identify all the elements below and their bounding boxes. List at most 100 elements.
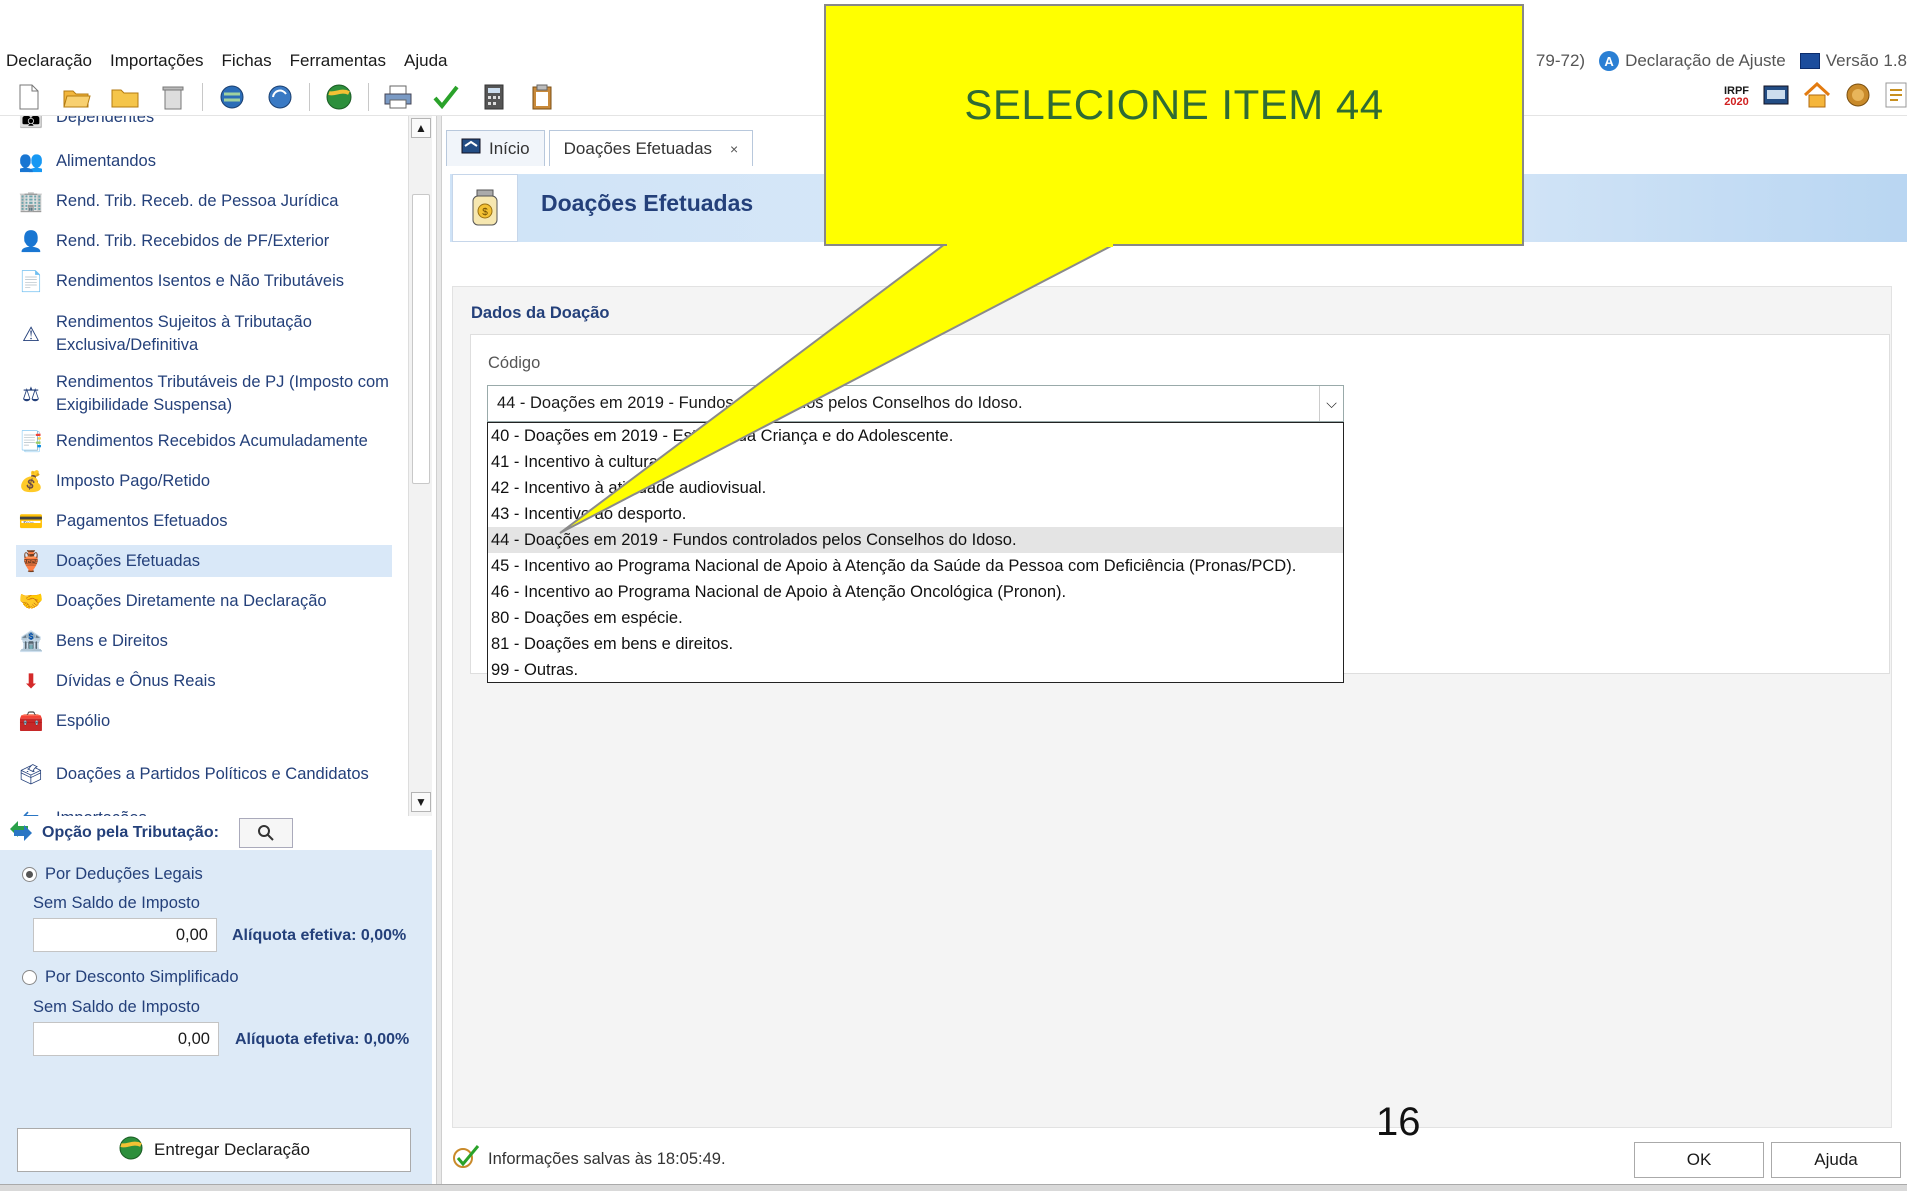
dropdown-option[interactable]: 81 - Doações em bens e direitos. bbox=[488, 631, 1343, 657]
sidebar-item[interactable]: 🏦 Bens e Direitos bbox=[16, 625, 392, 657]
chevron-down-icon[interactable]: ⌵ bbox=[1319, 386, 1343, 421]
sidebar-item[interactable]: 💳 Pagamentos Efetuados bbox=[16, 505, 392, 537]
sidebar-item[interactable]: 🧰 Espólio bbox=[16, 705, 392, 737]
tax-option-panel: Opção pela Tributação: Por Deduções Lega… bbox=[0, 816, 432, 1191]
dropdown-option[interactable]: 44 - Doações em 2019 - Fundos controlado… bbox=[488, 527, 1343, 553]
code-select-value: 44 - Doações em 2019 - Fundos controlado… bbox=[497, 394, 1023, 412]
sidebar-item-label: Alimentandos bbox=[56, 151, 156, 170]
saved-check-icon bbox=[452, 1144, 480, 1175]
toolbar-separator bbox=[368, 82, 369, 111]
simplified-label: Por Desconto Simplificado bbox=[45, 968, 239, 986]
earth-send-icon[interactable] bbox=[320, 81, 358, 113]
sidebar-item-label: Rendimentos Isentos e Não Tributáveis bbox=[56, 271, 344, 290]
tax-option-header: Opção pela Tributação: bbox=[0, 816, 432, 850]
dropdown-option[interactable]: 45 - Incentivo ao Programa Nacional de A… bbox=[488, 553, 1343, 579]
menu-declaracao[interactable]: Declaração bbox=[0, 51, 104, 71]
tab-inicio[interactable]: Início bbox=[446, 130, 545, 166]
folder-icon[interactable] bbox=[106, 81, 144, 113]
sidebar-item[interactable]: 🤝 Doações Diretamente na Declaração bbox=[16, 585, 392, 617]
sidebar-item[interactable]: 🏺 Doações Efetuadas bbox=[16, 545, 392, 577]
sidebar-item-label: Bens e Direitos bbox=[56, 631, 168, 650]
calculator-icon[interactable] bbox=[475, 81, 513, 113]
callout-text: SELECIONE ITEM 44 bbox=[964, 81, 1384, 128]
sidebar-item-label: Dependentes bbox=[56, 116, 155, 126]
open-folder-icon[interactable] bbox=[58, 81, 96, 113]
legal-deductions-radio[interactable] bbox=[22, 867, 37, 882]
sidebar-item[interactable]: 💰 Imposto Pago/Retido bbox=[16, 465, 392, 497]
sidebar-item[interactable]: 📄 Rendimentos Isentos e Não Tributáveis bbox=[16, 265, 392, 297]
sidebar-item[interactable]: 👪 Dependentes bbox=[16, 116, 392, 132]
print-icon[interactable] bbox=[379, 81, 417, 113]
sidebar-item[interactable]: ⬇ Dívidas e Ônus Reais bbox=[16, 665, 392, 697]
menu-importacoes[interactable]: Importações bbox=[104, 51, 216, 71]
sidebar-item[interactable]: ⚖ Rendimentos Tributáveis de PJ (Imposto … bbox=[16, 368, 392, 420]
tax-option-icon bbox=[8, 819, 34, 848]
sidebar-item-label: Rend. Trib. Recebidos de PF/Exterior bbox=[56, 231, 330, 250]
dropdown-option[interactable]: 80 - Doações em espécie. bbox=[488, 605, 1343, 631]
sidebar-item-label: Pagamentos Efetuados bbox=[56, 511, 228, 530]
trash-icon[interactable] bbox=[154, 81, 192, 113]
sidebar-item[interactable]: 🏢 Rend. Trib. Receb. de Pessoa Jurídica bbox=[16, 185, 392, 217]
accumulated-income-icon: 📑 bbox=[18, 430, 44, 453]
sidebar-item[interactable]: 👤 Rend. Trib. Recebidos de PF/Exterior bbox=[16, 225, 392, 257]
menu-ajuda[interactable]: Ajuda bbox=[398, 51, 459, 71]
search-icon[interactable] bbox=[238, 818, 293, 848]
sidebar-item-label: Espólio bbox=[56, 711, 111, 730]
clipboard-icon[interactable] bbox=[523, 81, 561, 113]
scroll-down-icon[interactable]: ▼ bbox=[411, 792, 431, 812]
close-icon[interactable]: × bbox=[730, 141, 738, 157]
sidebar-item-label: Importações bbox=[56, 807, 147, 817]
direct-donation-icon: 🤝 bbox=[18, 590, 44, 613]
sidebar-item[interactable]: 🗳 Doações a Partidos Políticos e Candidat… bbox=[16, 748, 392, 800]
version-badge: Versão 1.8 bbox=[1799, 51, 1907, 71]
menu-ferramentas[interactable]: Ferramentas bbox=[284, 51, 398, 71]
sidebar-item[interactable]: ⇆ Importações bbox=[16, 803, 392, 817]
sidebar-item[interactable]: 📑 Rendimentos Recebidos Acumuladamente bbox=[16, 425, 392, 457]
home-icon[interactable] bbox=[1803, 81, 1831, 113]
sidebar-item-label: Rend. Trib. Receb. de Pessoa Jurídica bbox=[56, 191, 339, 210]
globe-refresh-icon[interactable] bbox=[261, 81, 299, 113]
donation-jar-icon: $ bbox=[452, 174, 518, 242]
sidebar-item[interactable]: 👥 Alimentandos bbox=[16, 145, 392, 177]
receipt-icon[interactable] bbox=[1763, 84, 1789, 111]
code-select[interactable]: 44 - Doações em 2019 - Fundos controlado… bbox=[487, 385, 1344, 422]
code-field-label: Código bbox=[488, 354, 541, 372]
ok-button[interactable]: OK bbox=[1634, 1142, 1764, 1178]
check-icon[interactable] bbox=[427, 81, 465, 113]
scroll-up-icon[interactable]: ▲ bbox=[411, 118, 431, 138]
panel-splitter[interactable] bbox=[436, 116, 442, 1191]
chest-icon: 🧰 bbox=[18, 710, 44, 733]
dropdown-option[interactable]: 99 - Outras. bbox=[488, 657, 1343, 683]
lion-seal-icon[interactable] bbox=[1845, 82, 1871, 113]
submit-declaration-button[interactable]: Entregar Declaração bbox=[17, 1128, 411, 1172]
legal-balance-label: Sem Saldo de Imposto bbox=[33, 894, 200, 912]
earth-send-icon bbox=[118, 1135, 144, 1166]
help-manual-icon[interactable] bbox=[1885, 82, 1907, 113]
slide-number: 16 bbox=[1376, 1100, 1421, 1144]
dropdown-option[interactable]: 43 - Incentivo ao desporto. bbox=[488, 501, 1343, 527]
simplified-option[interactable]: Por Desconto Simplificado bbox=[22, 968, 239, 987]
version-label: Versão 1.8 bbox=[1825, 51, 1907, 70]
legal-rate-label: Alíquota efetiva: 0,00% bbox=[232, 927, 407, 944]
simplified-rate-label: Alíquota efetiva: 0,00% bbox=[235, 1031, 410, 1048]
sidebar-scrollbar[interactable]: ▲ ▼ bbox=[408, 116, 432, 816]
legal-deductions-option[interactable]: Por Deduções Legais bbox=[22, 865, 203, 884]
dropdown-option[interactable]: 46 - Incentivo ao Programa Nacional de A… bbox=[488, 579, 1343, 605]
scroll-thumb[interactable] bbox=[412, 194, 430, 484]
legal-value-field: 0,00 bbox=[33, 918, 217, 952]
tab-strip: Início Doações Efetuadas × bbox=[446, 130, 754, 166]
help-button[interactable]: Ajuda bbox=[1771, 1142, 1901, 1178]
dropdown-option[interactable]: 40 - Doações em 2019 - Estatuto da Crian… bbox=[488, 423, 1343, 449]
tab-doacoes-efetuadas[interactable]: Doações Efetuadas × bbox=[548, 130, 754, 166]
simplified-radio[interactable] bbox=[22, 970, 37, 985]
sidebar-item[interactable]: ⚠ Rendimentos Sujeitos à Tributação Exclu… bbox=[16, 308, 392, 360]
people-icon: 👥 bbox=[18, 150, 44, 173]
dropdown-option[interactable]: 41 - Incentivo à cultura. bbox=[488, 449, 1343, 475]
menu-fichas[interactable]: Fichas bbox=[216, 51, 284, 71]
legal-deductions-label: Por Deduções Legais bbox=[45, 865, 203, 883]
irpf-badge[interactable]: IRPF 2020 bbox=[1724, 86, 1749, 108]
new-file-icon[interactable] bbox=[10, 81, 48, 113]
globe-icon[interactable] bbox=[213, 81, 251, 113]
home-tab-icon bbox=[461, 138, 481, 159]
dropdown-option[interactable]: 42 - Incentivo à atividade audiovisual. bbox=[488, 475, 1343, 501]
